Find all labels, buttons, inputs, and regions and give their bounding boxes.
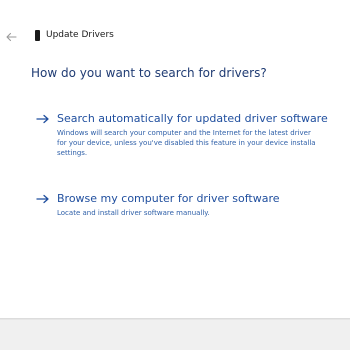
browse-computer-label[interactable]: Browse my computer for driver software <box>57 192 280 205</box>
browse-computer-description: Locate and install driver software manua… <box>57 209 210 217</box>
right-arrow-icon <box>36 114 49 124</box>
back-button[interactable] <box>5 28 17 42</box>
footer-bar <box>0 318 350 350</box>
title-bar <box>0 0 350 24</box>
back-arrow-icon <box>6 32 17 42</box>
search-automatically-description: Windows will search your computer and th… <box>57 129 316 157</box>
window-title: Update Drivers <box>46 30 114 40</box>
footer-divider <box>0 319 350 320</box>
search-automatically-label[interactable]: Search automatically for updated driver … <box>57 112 328 125</box>
device-icon <box>35 30 40 41</box>
right-arrow-icon <box>36 194 49 204</box>
update-drivers-window: Update Drivers How do you want to search… <box>0 0 350 350</box>
page-heading: How do you want to search for drivers? <box>31 66 267 80</box>
